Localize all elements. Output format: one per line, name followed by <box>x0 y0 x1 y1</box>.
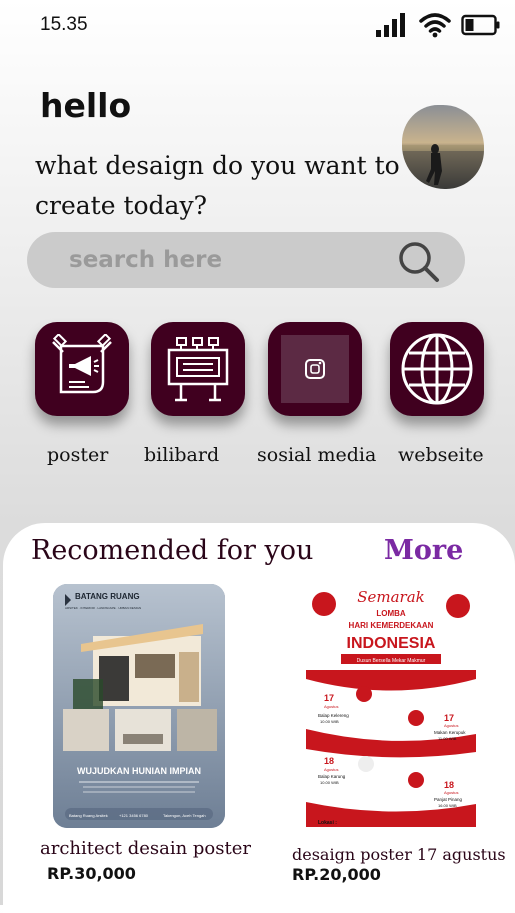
category-poster[interactable] <box>35 322 129 416</box>
poster2-org: Dusun Bersella Mekar Makmur <box>357 658 426 664</box>
product-caption-17-agustus[interactable]: desaign poster 17 agustus <box>292 845 506 864</box>
category-label-poster[interactable]: poster <box>47 444 108 466</box>
poster2-event4-day: 18 <box>444 780 454 790</box>
poster2-event3-month: Agustus <box>324 767 338 772</box>
megaphone-poster-icon <box>52 334 112 394</box>
poster1-contact-location: Takengon, Aceh Tengah <box>163 813 206 818</box>
category-label-website[interactable]: webseite <box>398 444 484 466</box>
greeting-title: hello <box>40 86 132 125</box>
category-label-social-media[interactable]: sosial media <box>257 444 376 466</box>
greeting-question: what desaign do you want to create today… <box>35 151 400 220</box>
battery-icon <box>461 14 500 36</box>
poster2-event1-time: 10.00 WIB <box>320 719 339 724</box>
poster1-headline: WUJUDKAN HUNIAN IMPIAN <box>77 766 201 776</box>
globe-icon <box>401 333 473 405</box>
poster2-event3-day: 18 <box>324 756 334 766</box>
status-time: 15.35 <box>40 14 88 35</box>
poster2-event1-month: Agustus <box>324 704 338 709</box>
poster2-event2-day: 17 <box>444 713 454 723</box>
product-price-17-agustus: RP.20,000 <box>292 865 381 884</box>
recommended-title: Recomended for you <box>31 535 314 566</box>
poster2-event4-name: Panjat Pinang <box>434 797 463 802</box>
poster2-event2-name: Makan Kerupuk <box>434 730 466 735</box>
social-media-icon <box>281 335 349 403</box>
poster2-event3-time: 10.00 WIB <box>320 780 339 785</box>
product-card-17-agustus[interactable]: Semarak LOMBA HARI KEMERDEKAAN INDONESIA… <box>306 584 476 827</box>
poster2-location: Lokasi : <box>318 820 337 826</box>
poster1-contact-name: Batang Ruang Arsitek <box>69 813 108 818</box>
category-label-billboard[interactable]: bilibard <box>144 444 219 466</box>
poster2-event1-day: 17 <box>324 693 334 703</box>
product-caption-architect[interactable]: architect desain poster <box>40 838 251 859</box>
poster2-event1-name: Balap Kelereng <box>318 713 349 718</box>
category-social-media[interactable] <box>268 322 362 416</box>
poster2-line3: INDONESIA <box>347 635 436 652</box>
poster2-event3-name: Balap Karung <box>318 774 346 779</box>
search-icon[interactable] <box>397 240 441 284</box>
poster1-tagline: ARSITEK · INTERIOR · LANDSCAPE · URBAN D… <box>65 606 141 610</box>
wifi-icon <box>419 13 451 38</box>
category-website[interactable] <box>390 322 484 416</box>
poster1-brand: BATANG RUANG <box>75 592 140 601</box>
product-price-architect: RP.30,000 <box>47 864 136 883</box>
search-input[interactable]: search here <box>69 247 222 273</box>
billboard-icon <box>167 337 229 402</box>
product-card-architect[interactable]: BATANG RUANG ARSITEK · INTERIOR · LANDSC… <box>53 584 225 828</box>
poster2-line1: LOMBA <box>376 609 406 618</box>
poster1-contact-phone: +121 3456 6780 <box>119 813 149 818</box>
category-billboard[interactable] <box>151 322 245 416</box>
status-icons <box>375 12 501 38</box>
poster2-line2: HARI KEMERDEKAAN <box>349 621 434 630</box>
poster2-script: Semarak <box>357 588 425 606</box>
more-link[interactable]: More <box>384 535 463 566</box>
poster2-event4-month: Agustus <box>444 790 458 795</box>
poster2-event2-time: 11.00 WIB <box>438 736 457 741</box>
avatar[interactable] <box>402 105 484 189</box>
search-bar[interactable]: search here <box>27 232 465 288</box>
signal-icon <box>376 13 405 37</box>
poster2-event2-month: Agustus <box>444 723 458 728</box>
poster2-event4-time: 16.00 WIB <box>438 803 457 808</box>
